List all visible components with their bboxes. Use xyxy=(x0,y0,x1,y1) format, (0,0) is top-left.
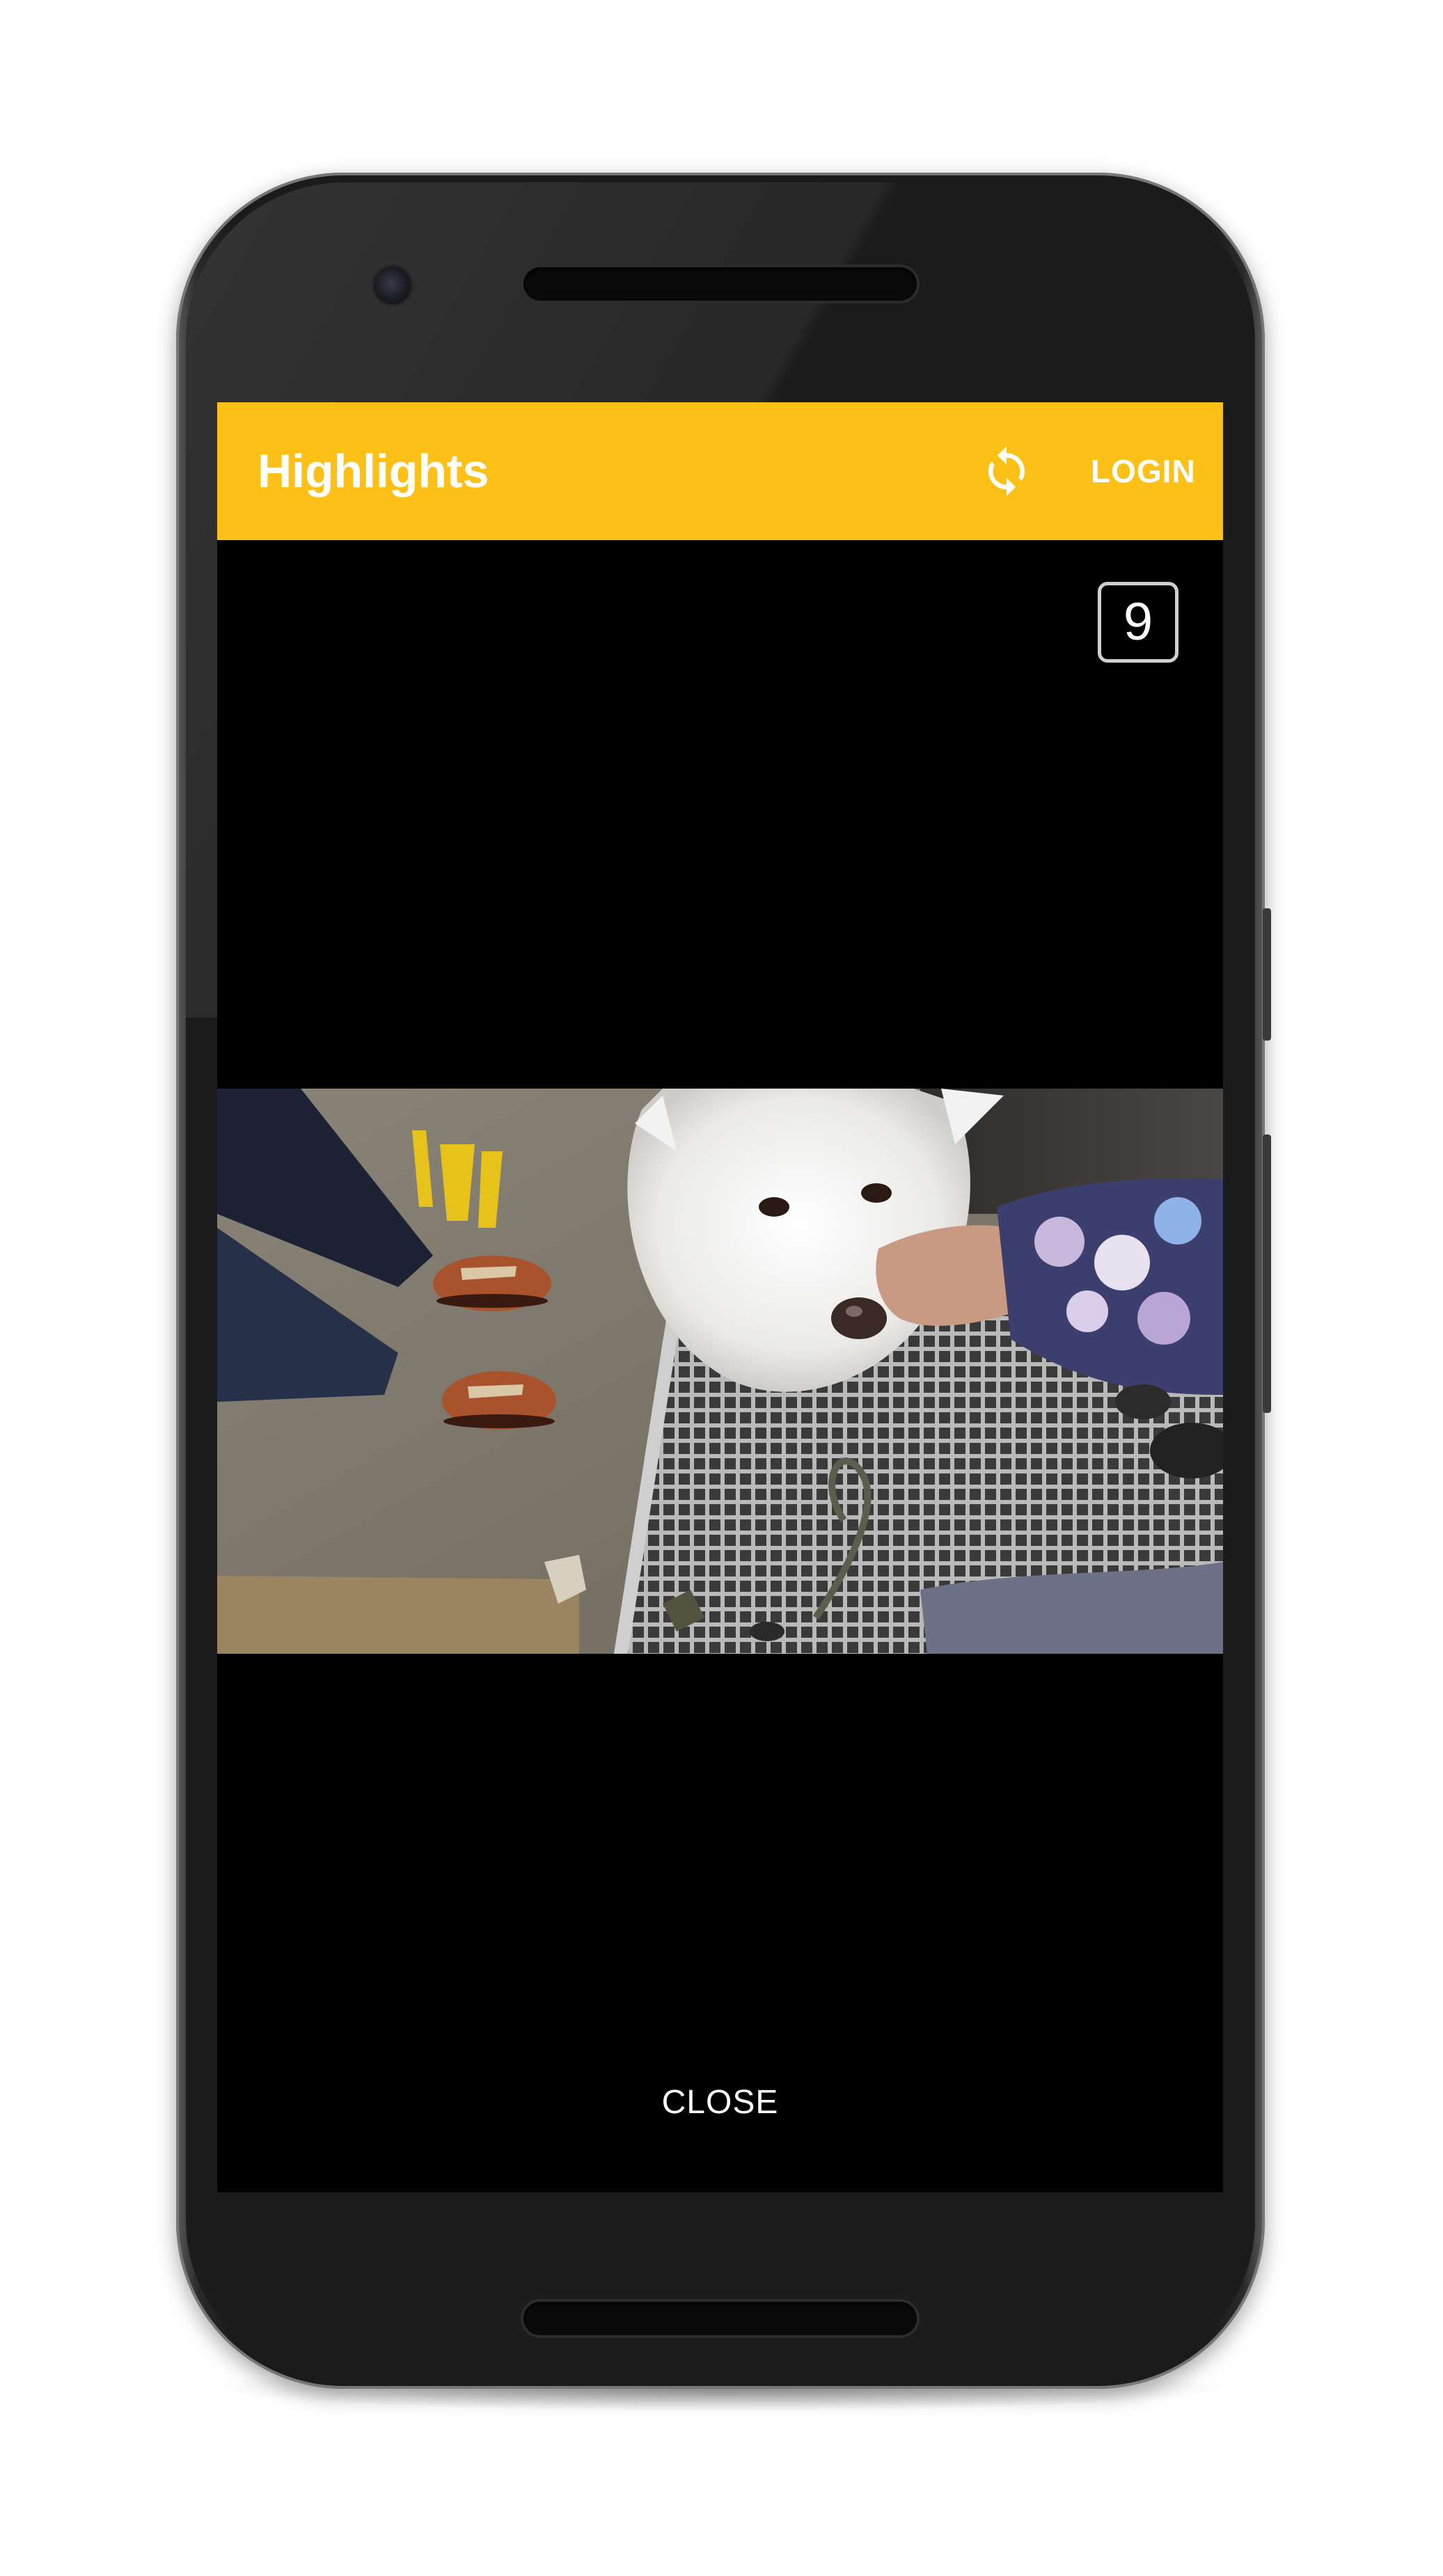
video-frame[interactable] xyxy=(217,1089,1223,1654)
power-button xyxy=(1263,1135,1271,1413)
close-button[interactable]: CLOSE xyxy=(217,2083,1223,2121)
app-screen: Highlights LOGIN 9 CLOSE xyxy=(217,402,1223,2192)
volume-button xyxy=(1263,908,1271,1041)
device-stage: Highlights LOGIN 9 CLOSE xyxy=(0,0,1443,2576)
video-thumbnail xyxy=(217,1089,1223,1654)
highlight-counter-badge: 9 xyxy=(1098,582,1178,663)
app-bar: Highlights LOGIN xyxy=(217,402,1223,540)
bottom-speaker xyxy=(523,2302,917,2335)
refresh-icon[interactable] xyxy=(979,444,1034,498)
top-speaker xyxy=(523,267,917,301)
app-title: Highlights xyxy=(258,445,489,498)
front-camera xyxy=(374,267,411,304)
login-button[interactable]: LOGIN xyxy=(1091,402,1196,540)
